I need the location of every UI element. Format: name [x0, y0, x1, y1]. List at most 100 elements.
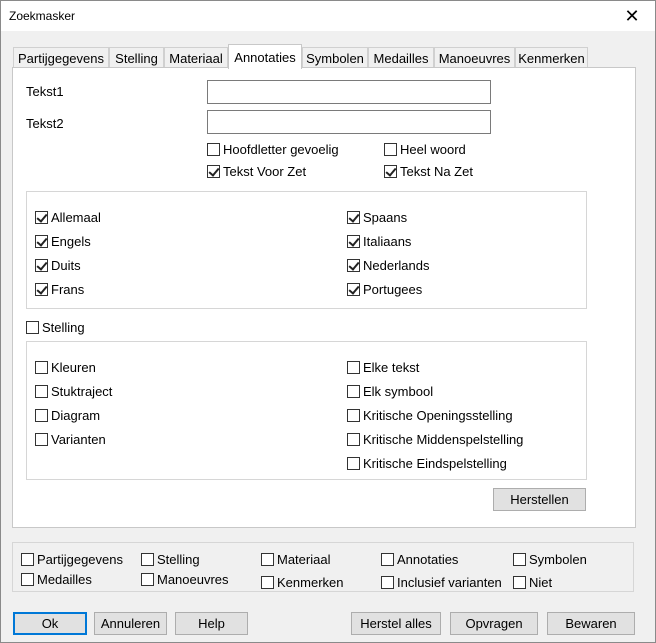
bewaren-button[interactable]: Bewaren — [547, 612, 635, 635]
allemaal-checkbox[interactable]: Allemaal — [35, 209, 101, 225]
italiaans-label: Italiaans — [363, 233, 412, 249]
elke-tekst-label: Elke tekst — [363, 359, 420, 375]
elke-tekst-checkbox[interactable]: Elke tekst — [347, 359, 419, 375]
herstel-alles-button[interactable]: Herstel alles — [351, 612, 441, 635]
nederlands-checkbox[interactable]: Nederlands — [347, 257, 430, 273]
tab-materiaal[interactable]: Materiaal — [164, 47, 228, 69]
stuktraject-checkbox[interactable]: Stuktraject — [35, 383, 112, 399]
duits-checkbox[interactable]: Duits — [35, 257, 81, 273]
summary-stelling-label: Stelling — [157, 551, 200, 567]
title-bar: Zoekmasker ✕ — [1, 1, 655, 31]
kritische-middenspelstelling-checkbox[interactable]: Kritische Middenspelstelling — [347, 431, 523, 447]
summary-manoeuvres-checkbox[interactable]: Manoeuvres — [141, 571, 229, 587]
hoofdletter-checkbox[interactable]: Hoofdletter gevoelig — [207, 141, 339, 157]
spaans-label: Spaans — [363, 209, 408, 225]
summary-niet-label: Niet — [529, 574, 553, 590]
checkbox-box — [26, 320, 39, 334]
kritische-eindspelstelling-label: Kritische Eindspelstelling — [363, 455, 507, 471]
frans-checkbox[interactable]: Frans — [35, 281, 84, 297]
kritische-openingsstelling-label: Kritische Openingsstelling — [363, 407, 513, 423]
annotaties-panel: Tekst1 Tekst2 Hoofdletter gevoelig Heel … — [12, 67, 636, 528]
summary-medailles-checkbox[interactable]: Medailles — [21, 571, 92, 587]
elk-symbool-label: Elk symbool — [363, 383, 434, 399]
summary-medailles-label: Medailles — [37, 571, 92, 587]
portugees-checkbox[interactable]: Portugees — [347, 281, 422, 297]
diagram-checkbox[interactable]: Diagram — [35, 407, 100, 423]
checkbox-box — [381, 552, 394, 566]
tab-summary-group: Partijgegevens Medailles Stelling Manoeu… — [12, 542, 634, 592]
tab-kenmerken[interactable]: Kenmerken — [515, 47, 588, 69]
summary-materiaal-checkbox[interactable]: Materiaal — [261, 551, 330, 567]
checkbox-box — [347, 456, 360, 470]
checkbox-box — [347, 432, 360, 446]
checkbox-box — [207, 142, 220, 156]
tab-manoeuvres[interactable]: Manoeuvres — [434, 47, 515, 69]
checkbox-box — [35, 258, 48, 272]
kritische-openingsstelling-checkbox[interactable]: Kritische Openingsstelling — [347, 407, 513, 423]
close-icon[interactable]: ✕ — [609, 1, 655, 31]
checkbox-box — [347, 210, 360, 224]
summary-niet-checkbox[interactable]: Niet — [513, 574, 552, 590]
summary-symbolen-label: Symbolen — [529, 551, 587, 567]
stelling-checkbox[interactable]: Stelling — [26, 319, 85, 335]
tekst-na-zet-checkbox[interactable]: Tekst Na Zet — [384, 163, 473, 179]
checkbox-box — [261, 575, 274, 589]
summary-kenmerken-checkbox[interactable]: Kenmerken — [261, 574, 343, 590]
allemaal-label: Allemaal — [51, 209, 101, 225]
checkbox-box — [21, 572, 34, 586]
tekst1-input[interactable] — [207, 80, 491, 104]
checkbox-box — [347, 384, 360, 398]
checkbox-box — [35, 282, 48, 296]
herstellen-button[interactable]: Herstellen — [493, 488, 586, 511]
tekst-voor-zet-checkbox[interactable]: Tekst Voor Zet — [207, 163, 306, 179]
summary-partijgegevens-checkbox[interactable]: Partijgegevens — [21, 551, 123, 567]
summary-stelling-checkbox[interactable]: Stelling — [141, 551, 200, 567]
checkbox-box — [35, 234, 48, 248]
summary-inclusief-varianten-checkbox[interactable]: Inclusief varianten — [381, 574, 502, 590]
checkbox-box — [347, 408, 360, 422]
italiaans-checkbox[interactable]: Italiaans — [347, 233, 411, 249]
engels-label: Engels — [51, 233, 91, 249]
varianten-checkbox[interactable]: Varianten — [35, 431, 106, 447]
checkbox-box — [35, 210, 48, 224]
checkbox-box — [347, 234, 360, 248]
summary-materiaal-label: Materiaal — [277, 551, 331, 567]
checkbox-box — [384, 142, 397, 156]
checkbox-box — [513, 552, 526, 566]
summary-inclusief-varianten-label: Inclusief varianten — [397, 574, 502, 590]
hoofdletter-label: Hoofdletter gevoelig — [223, 141, 339, 157]
tab-medailles[interactable]: Medailles — [368, 47, 434, 69]
summary-annotaties-checkbox[interactable]: Annotaties — [381, 551, 458, 567]
engels-checkbox[interactable]: Engels — [35, 233, 91, 249]
elk-symbool-checkbox[interactable]: Elk symbool — [347, 383, 433, 399]
content-types-group: Kleuren Stuktraject Diagram Varianten El… — [26, 341, 587, 480]
kritische-middenspelstelling-label: Kritische Middenspelstelling — [363, 431, 524, 447]
annuleren-button[interactable]: Annuleren — [94, 612, 167, 635]
checkbox-box — [381, 575, 394, 589]
heel-woord-checkbox[interactable]: Heel woord — [384, 141, 466, 157]
tab-annotaties[interactable]: Annotaties — [228, 44, 302, 69]
summary-manoeuvres-label: Manoeuvres — [157, 571, 229, 587]
diagram-label: Diagram — [51, 407, 101, 423]
tekst2-input[interactable] — [207, 110, 491, 134]
dialog-window: Zoekmasker ✕ Partijgegevens Stelling Mat… — [0, 0, 656, 643]
frans-label: Frans — [51, 281, 85, 297]
tab-symbolen[interactable]: Symbolen — [302, 47, 368, 69]
kleuren-checkbox[interactable]: Kleuren — [35, 359, 96, 375]
summary-symbolen-checkbox[interactable]: Symbolen — [513, 551, 587, 567]
checkbox-box — [141, 572, 154, 586]
tab-partijgegevens[interactable]: Partijgegevens — [13, 47, 109, 69]
tekst1-label: Tekst1 — [26, 84, 64, 99]
tab-stelling[interactable]: Stelling — [109, 47, 164, 69]
kritische-eindspelstelling-checkbox[interactable]: Kritische Eindspelstelling — [347, 455, 507, 471]
ok-button[interactable]: Ok — [13, 612, 87, 635]
checkbox-box — [347, 360, 360, 374]
checkbox-box — [35, 360, 48, 374]
spaans-checkbox[interactable]: Spaans — [347, 209, 407, 225]
checkbox-box — [207, 164, 220, 178]
checkbox-box — [347, 282, 360, 296]
checkbox-box — [384, 164, 397, 178]
opvragen-button[interactable]: Opvragen — [450, 612, 538, 635]
duits-label: Duits — [51, 257, 81, 273]
help-button[interactable]: Help — [175, 612, 248, 635]
